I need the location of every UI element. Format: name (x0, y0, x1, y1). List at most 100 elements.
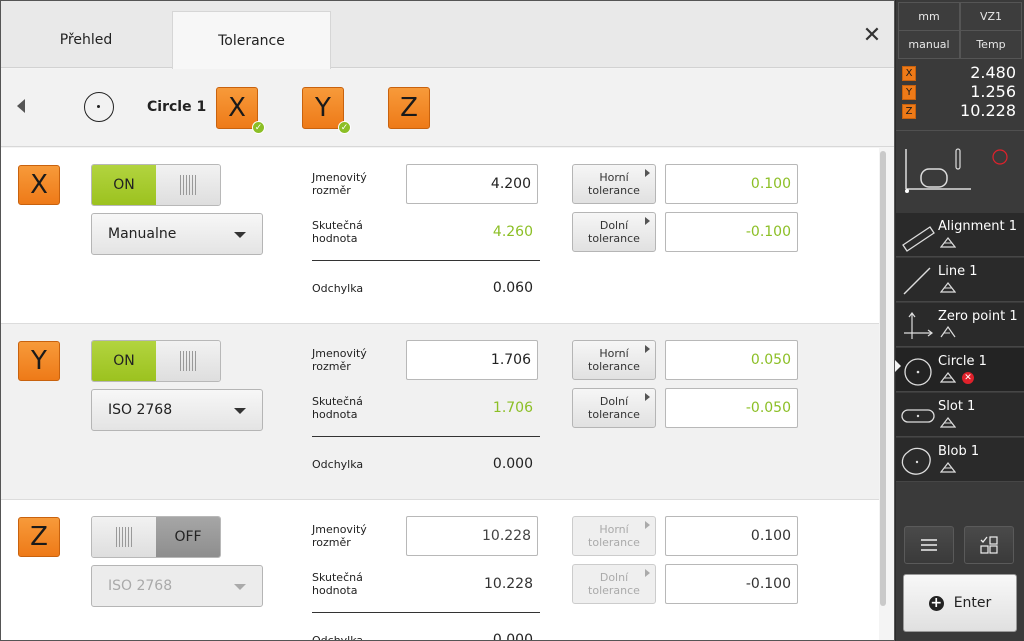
feature-item-label: Zero point 1 (938, 309, 1018, 324)
nominal-label: Jmenovitý rozměr (312, 347, 367, 373)
slot-icon (901, 409, 935, 423)
upper-tolerance-input[interactable]: 0.100 (665, 516, 798, 556)
feature-view-button[interactable] (964, 526, 1014, 564)
enter-label: Enter (953, 595, 992, 611)
menu-button[interactable] (904, 526, 954, 564)
lower-tolerance-button[interactable]: Dolní tolerance (572, 564, 656, 604)
axis-x-label: X (228, 93, 246, 123)
construct-icon (940, 326, 956, 338)
position-axis-label: X (902, 66, 916, 81)
tolerance-method-select[interactable]: Manualne (91, 213, 263, 255)
nominal-input[interactable]: 1.706 (406, 340, 538, 380)
feature-item-zero-point[interactable]: Zero point 1 (896, 303, 1024, 347)
axis-z-button[interactable]: Z (388, 87, 430, 129)
nominal-input[interactable]: 4.200 (406, 164, 538, 204)
measured-icon (940, 282, 956, 293)
tab-tolerance[interactable]: Tolerance (172, 11, 331, 69)
feature-item-label: Circle 1 (938, 354, 987, 369)
temp-button[interactable]: Temp (960, 30, 1022, 59)
plus-icon: + (928, 595, 944, 611)
actual-label: Skutečná hodnota (312, 219, 363, 245)
lower-tolerance-button[interactable]: Dolní tolerance (572, 388, 656, 428)
feature-item-label: Line 1 (938, 264, 978, 279)
position-axis-label: Y (902, 85, 916, 100)
reference-button[interactable]: VZ1 (960, 2, 1022, 31)
tolerance-method-select[interactable]: ISO 2768 (91, 565, 263, 607)
axis-y-button[interactable]: Y ✓ (302, 87, 351, 134)
chevron-down-icon (234, 232, 246, 238)
axis-z-badge: Z (18, 517, 60, 557)
blob-icon (901, 447, 931, 475)
deviation-label: Odchylka (312, 282, 364, 295)
line-icon (903, 267, 931, 295)
feature-item-alignment[interactable]: Alignment 1 (896, 213, 1024, 257)
tab-overview[interactable]: Přehled (1, 11, 171, 68)
feature-item-slot[interactable]: Slot 1 (896, 393, 1024, 437)
axis-z-label: Z (400, 93, 418, 123)
actual-label: Skutečná hodnota (312, 395, 363, 421)
nominal-label: Jmenovitý rozměr (312, 171, 367, 197)
actual-value: 1.706 (492, 400, 533, 416)
feature-list: Alignment 1 Line 1 Zero point 1 Circle 1… (896, 213, 1024, 482)
actual-label: Skutečná hodnota (312, 571, 363, 597)
position-axis-label: Z (902, 104, 916, 119)
axis-row-x: X ON Manualne Jmenovitý rozměr 4.200 Sku… (1, 148, 879, 324)
check-icon: ✓ (338, 121, 351, 134)
toggle-grip (92, 517, 156, 557)
zero-point-icon (904, 312, 933, 339)
nominal-input[interactable]: 10.228 (406, 516, 538, 556)
back-arrow-icon[interactable] (17, 99, 25, 113)
position-value: 2.480 (970, 63, 1016, 82)
axis-row-z: Z OFF ISO 2768 Jmenovitý rozměr 10.228 S… (1, 500, 879, 641)
axis-z-toggle[interactable]: OFF (91, 516, 221, 558)
position-value: 10.228 (960, 101, 1016, 120)
feature-name: Circle 1 (147, 99, 207, 115)
upper-tolerance-input[interactable]: 0.100 (665, 164, 798, 204)
select-value: ISO 2768 (108, 402, 173, 418)
axis-x-button[interactable]: X ✓ (216, 87, 265, 134)
actual-value: 10.228 (484, 576, 533, 592)
close-icon[interactable]: ✕ (860, 23, 884, 48)
lower-tolerance-input[interactable]: -0.100 (665, 564, 798, 604)
feature-item-line[interactable]: Line 1 (896, 258, 1024, 302)
axis-y-toggle[interactable]: ON (91, 340, 221, 382)
deviation-value: 0.000 (492, 456, 533, 472)
chevron-down-icon (234, 584, 246, 590)
position-y: Y 1.256 (902, 82, 1020, 102)
upper-tolerance-button[interactable]: Horní tolerance (572, 164, 656, 204)
circle-icon (904, 358, 932, 386)
axis-x-toggle[interactable]: ON (91, 164, 221, 206)
lower-tolerance-button[interactable]: Dolní tolerance (572, 212, 656, 252)
feature-item-label: Blob 1 (938, 444, 980, 459)
scrollbar[interactable] (880, 151, 886, 606)
feature-item-label: Slot 1 (938, 399, 976, 414)
feature-item-blob[interactable]: Blob 1 (896, 438, 1024, 482)
divider (312, 612, 540, 613)
lower-tolerance-input[interactable]: -0.100 (665, 212, 798, 252)
divider (312, 436, 540, 437)
unit-button[interactable]: mm (898, 2, 960, 31)
upper-tolerance-button[interactable]: Horní tolerance (572, 516, 656, 556)
select-value: Manualne (108, 226, 177, 242)
deviation-value: 0.000 (492, 632, 533, 641)
mode-button[interactable]: manual (898, 30, 960, 59)
toggle-on-label: ON (92, 341, 156, 381)
deviation-label: Odchylka (312, 634, 364, 641)
chevron-down-icon (234, 408, 246, 414)
select-value: ISO 2768 (108, 578, 173, 594)
upper-tolerance-input[interactable]: 0.050 (665, 340, 798, 380)
tolerance-rows: X ON Manualne Jmenovitý rozměr 4.200 Sku… (1, 148, 879, 641)
lower-tolerance-input[interactable]: -0.050 (665, 388, 798, 428)
upper-tolerance-button[interactable]: Horní tolerance (572, 340, 656, 380)
tolerance-method-select[interactable]: ISO 2768 (91, 389, 263, 431)
axis-y-badge: Y (18, 341, 60, 381)
toggle-off-label: OFF (156, 517, 220, 557)
feature-item-circle[interactable]: Circle 1 ✕ (896, 348, 1024, 392)
error-icon: ✕ (962, 372, 974, 384)
enter-button[interactable]: + Enter (903, 574, 1017, 632)
position-value: 1.256 (970, 82, 1016, 101)
part-preview[interactable] (896, 130, 1024, 210)
side-panel: mm VZ1 manual Temp X 2.480 Y 1.256 Z 10.… (895, 0, 1024, 641)
actual-value: 4.260 (492, 224, 533, 240)
tab-bar: Přehled Tolerance ✕ (1, 1, 894, 69)
